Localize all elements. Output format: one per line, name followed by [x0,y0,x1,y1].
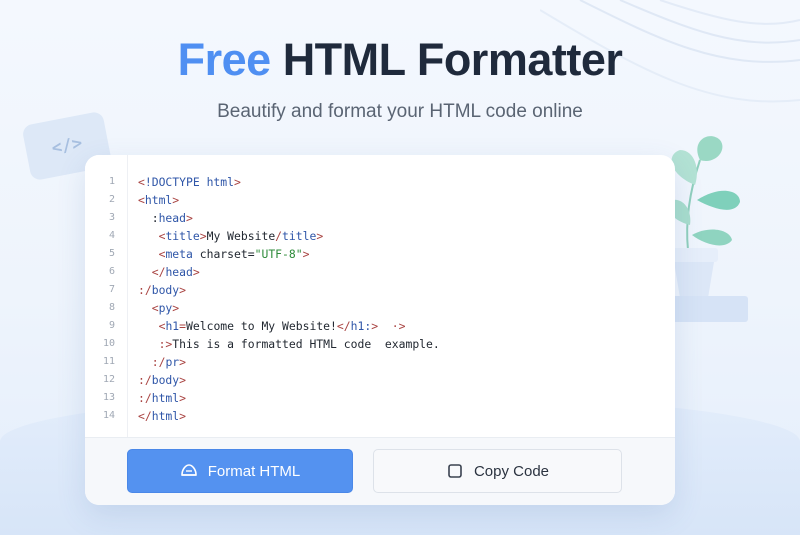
code-token: </ [138,409,152,423]
code-token: < [138,229,166,243]
code-token: > [172,301,180,315]
code-line: <!DOCTYPE html> [138,173,241,191]
code-token: :> [138,337,173,351]
code-token: title [165,229,200,243]
code-token: head [158,211,187,225]
code-token: :/ [138,373,152,387]
code-token: "UTF-8" [254,247,303,261]
copy-code-button[interactable]: Copy Code [373,449,622,493]
code-token: = [179,319,187,333]
code-token: This is a formatted HTML code example. [172,337,440,351]
code-token: > [179,355,187,369]
code-token: < [138,247,166,261]
code-token: > [179,391,187,405]
code-line: :/pr> [138,353,186,371]
code-token: / [275,229,283,243]
code-token: > [192,265,200,279]
line-number: 14 [102,410,115,421]
code-token: My Website [206,229,276,243]
line-number: 11 [102,356,115,367]
code-token: > [179,409,187,423]
line-number: 2 [108,194,115,205]
format-html-label: Format HTML [207,462,301,480]
code-token: title [282,229,317,243]
page-subtitle: Beautify and format your HTML code onlin… [217,101,583,122]
code-token: > [199,229,207,243]
code-token: head [165,265,193,279]
code-line: <h1=Welcome to My Website!</h1:> ·> [138,317,406,335]
code-token: </ [336,319,351,333]
code-token: h1: [350,319,372,333]
code-line: :/body> [138,371,186,389]
code-token: html [151,391,180,405]
code-token: > [186,211,193,225]
format-icon [180,462,198,480]
code-line: :/html> [138,389,186,407]
code-line: <html> [138,191,179,209]
code-token: body [151,283,180,297]
code-editor[interactable]: 1 2 3 4 5 6 7 8 9 10 11 12 13 14 <!DOCTYPE html> <html… [85,155,675,437]
line-number: 6 [108,266,115,277]
code-token: > [179,373,187,387]
code-token: meta [165,247,193,261]
code-token: > [316,229,324,243]
code-token: :/ [138,391,152,405]
code-token: h1 [165,319,180,333]
code-line: </head> [138,263,200,281]
code-token: > [302,247,310,261]
code-token: < [138,193,145,207]
line-number: 3 [108,212,115,223]
copy-icon [446,462,464,480]
line-number: 5 [108,248,115,259]
line-number: 10 [102,338,115,349]
code-token: > [179,283,187,297]
code-token: < [138,319,166,333]
code-token: </ [138,265,166,279]
code-token: !DOCTYPE html [144,175,235,189]
code-line: <title>My Website/title> [138,227,324,245]
code-token: body [151,373,180,387]
line-number: 8 [108,302,115,313]
code-token: html [144,193,173,207]
action-bar: Format HTML Copy Code [85,437,675,505]
code-line: :head> [138,209,193,227]
code-line: <py> [138,299,179,317]
line-number: 7 [108,284,115,295]
code-token: < [138,175,145,189]
code-token: : [138,211,159,225]
code-line: <meta charset="UTF-8"> [138,245,310,263]
code-token: :/ [138,355,166,369]
line-number: 9 [108,320,115,331]
line-number-gutter: 1 2 3 4 5 6 7 8 9 10 11 12 13 14 [85,155,128,437]
code-token: Welcome to My Website! [186,319,337,333]
code-line: :>This is a formatted HTML code example. [138,335,440,353]
formatter-card: 1 2 3 4 5 6 7 8 9 10 11 12 13 14 <!DOCTYPE html> <html… [85,155,675,505]
format-html-button[interactable]: Format HTML [127,449,353,493]
line-number: 12 [102,374,115,385]
code-token: < [138,301,159,315]
code-token: > [172,193,180,207]
code-token: > [371,319,392,333]
code-line: :/body> [138,281,186,299]
code-token: :/ [138,283,152,297]
line-number: 4 [108,230,115,241]
code-token: > [234,175,241,189]
code-token: py [158,301,173,315]
code-token: pr [165,355,180,369]
page-title-main: HTML Formatter [282,34,623,85]
page-title: Free HTML Formatter [0,34,800,86]
page-title-accent: Free [177,34,272,85]
code-token: html [151,409,180,423]
code-token: charset= [192,247,255,261]
code-token: ·> [391,319,406,333]
code-line: </html> [138,407,186,425]
line-number: 1 [108,176,115,187]
copy-code-label: Copy Code [473,462,550,480]
line-number: 13 [102,392,115,403]
